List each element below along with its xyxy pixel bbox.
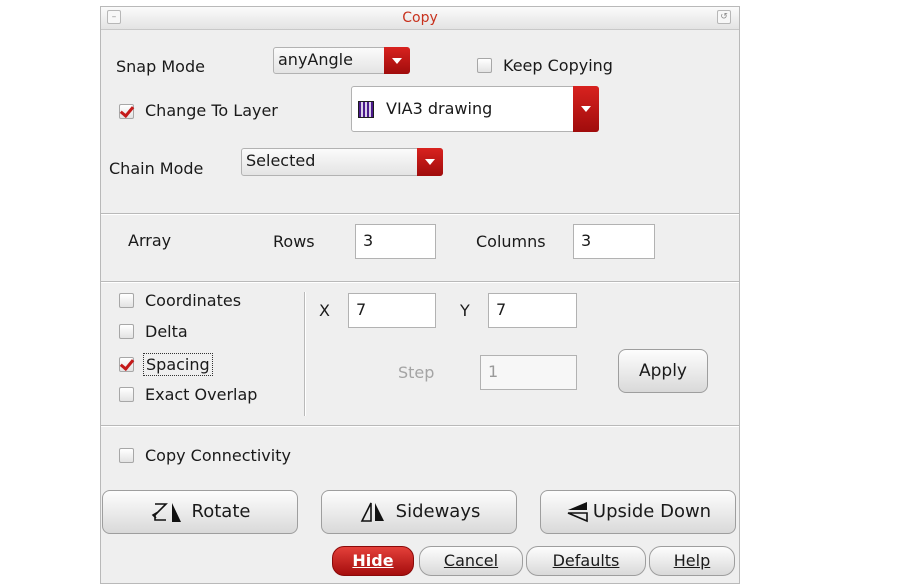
chain-mode-value: Selected bbox=[246, 151, 316, 170]
change-to-layer-label: Change To Layer bbox=[145, 101, 278, 120]
window-title: Copy bbox=[402, 10, 438, 26]
vertical-divider bbox=[304, 292, 306, 416]
chain-mode-select[interactable]: Selected bbox=[241, 148, 443, 176]
hide-label: Hide bbox=[352, 551, 394, 570]
coordinates-checkbox[interactable] bbox=[119, 293, 134, 308]
defaults-label: Defaults bbox=[552, 551, 620, 570]
sideways-button[interactable]: Sideways bbox=[321, 490, 517, 534]
step-input[interactable]: 1 bbox=[480, 355, 577, 390]
separator bbox=[101, 213, 739, 215]
window-restore-icon[interactable]: ↺ bbox=[717, 10, 731, 24]
help-button[interactable]: Help bbox=[649, 546, 735, 576]
hide-button[interactable]: Hide bbox=[332, 546, 414, 576]
apply-button[interactable]: Apply bbox=[618, 349, 708, 393]
snap-mode-value: anyAngle bbox=[278, 50, 353, 69]
rows-input[interactable]: 3 bbox=[355, 224, 436, 259]
x-label: X bbox=[319, 301, 330, 320]
delta-label: Delta bbox=[145, 322, 188, 341]
layer-select[interactable]: VIA3 drawing bbox=[351, 86, 599, 132]
title-bar[interactable]: – Copy ↺ bbox=[101, 7, 739, 30]
y-label: Y bbox=[460, 301, 470, 320]
x-input[interactable]: 7 bbox=[348, 293, 436, 328]
snap-mode-select[interactable]: anyAngle bbox=[273, 47, 410, 74]
spacing-checkbox[interactable] bbox=[119, 357, 134, 372]
exact-overlap-label: Exact Overlap bbox=[145, 385, 258, 404]
cancel-label: Cancel bbox=[443, 551, 499, 570]
y-input[interactable]: 7 bbox=[488, 293, 577, 328]
snap-mode-label: Snap Mode bbox=[116, 57, 205, 76]
chevron-down-icon bbox=[417, 148, 443, 176]
spacing-label: Spacing bbox=[143, 353, 213, 376]
upside-down-icon bbox=[567, 502, 588, 523]
columns-label: Columns bbox=[476, 232, 546, 251]
exact-overlap-checkbox[interactable] bbox=[119, 387, 134, 402]
layer-select-value: VIA3 drawing bbox=[386, 99, 493, 118]
cancel-button[interactable]: Cancel bbox=[419, 546, 523, 576]
copy-dialog: – Copy ↺ Snap Mode anyAngle Keep Copying… bbox=[100, 6, 740, 584]
defaults-button[interactable]: Defaults bbox=[526, 546, 646, 576]
layer-swatch-icon bbox=[358, 101, 374, 118]
separator bbox=[101, 281, 739, 283]
array-label: Array bbox=[128, 231, 172, 250]
change-to-layer-checkbox[interactable] bbox=[119, 104, 134, 119]
step-label: Step bbox=[398, 363, 435, 382]
help-label: Help bbox=[673, 551, 711, 570]
keep-copying-label: Keep Copying bbox=[503, 56, 613, 75]
sideways-icon bbox=[360, 502, 384, 522]
rows-label: Rows bbox=[273, 232, 315, 251]
upside-down-button[interactable]: Upside Down bbox=[540, 490, 736, 534]
keep-copying-checkbox[interactable] bbox=[477, 58, 492, 73]
sideways-label: Sideways bbox=[395, 501, 481, 522]
rotate-button[interactable]: Rotate bbox=[102, 490, 298, 534]
copy-connectivity-label: Copy Connectivity bbox=[145, 446, 291, 465]
coordinates-label: Coordinates bbox=[145, 291, 242, 310]
columns-input[interactable]: 3 bbox=[573, 224, 655, 259]
upside-down-label: Upside Down bbox=[592, 501, 712, 522]
rotate-icon bbox=[151, 503, 181, 522]
chevron-down-icon bbox=[573, 86, 599, 132]
chain-mode-label: Chain Mode bbox=[109, 159, 204, 178]
chevron-down-icon bbox=[384, 47, 410, 74]
copy-connectivity-checkbox[interactable] bbox=[119, 448, 134, 463]
separator bbox=[101, 425, 739, 427]
rotate-label: Rotate bbox=[191, 501, 251, 522]
delta-checkbox[interactable] bbox=[119, 324, 134, 339]
